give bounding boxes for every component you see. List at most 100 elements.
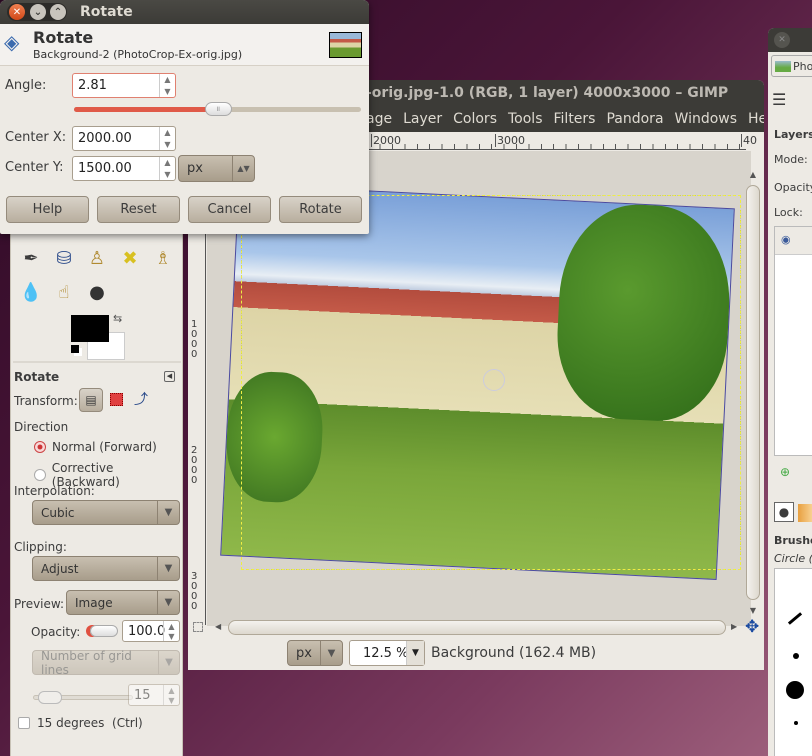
center-x-input[interactable]: 2000.00 ▲ ▼ [72, 126, 176, 151]
layers-tab-icon[interactable]: ☰ [772, 90, 786, 109]
chevron-down-icon: ▼ [157, 651, 179, 674]
rotate-button[interactable]: Rotate [279, 196, 362, 223]
radio-unchecked-icon[interactable] [34, 469, 46, 481]
smudge-pen-icon[interactable]: ✒ [19, 246, 43, 270]
ruler-label: 2000 [371, 134, 401, 147]
unit-select[interactable]: px ▲▼ [178, 155, 255, 182]
vertical-scrollbar[interactable]: ▲ ▼ [746, 170, 760, 620]
new-layer-icon[interactable]: ⊕ [780, 465, 790, 479]
opacity-value: 100.0 [128, 623, 166, 639]
center-y-input[interactable]: 1500.00 ▲ ▼ [72, 156, 176, 181]
minimize-window-icon[interactable]: ⌄ [30, 4, 46, 20]
rotate-center-handle[interactable] [483, 369, 505, 391]
image-thumbnail-icon [775, 60, 791, 72]
close-window-icon[interactable]: ✕ [9, 4, 25, 20]
clipping-select[interactable]: Adjust ▼ [32, 556, 180, 581]
opacity-input[interactable]: 100.0 ▲ ▼ [122, 620, 180, 642]
brush-name: Circle ( [774, 552, 812, 565]
navigate-icon[interactable]: ✥ [745, 617, 759, 637]
visibility-eye-icon[interactable]: ◉ [775, 227, 812, 255]
interpolation-select[interactable]: Cubic ▼ [32, 500, 180, 525]
brush-item[interactable] [786, 681, 804, 699]
scroll-up-icon[interactable]: ▲ [746, 170, 760, 179]
reset-button[interactable]: Reset [97, 196, 180, 223]
constrain-15-degrees-checkbox[interactable]: 15 degrees (Ctrl) [18, 716, 143, 730]
direction-normal-radio[interactable]: Normal (Forward) [34, 440, 157, 454]
center-y-value: 1500.00 [78, 161, 132, 176]
chevron-down-icon: ▼ [406, 641, 424, 665]
degrees-label: 15 degrees (Ctrl) [37, 716, 143, 730]
chevron-down-icon: ▼ [157, 591, 179, 614]
perspective-clone-icon[interactable]: ♗ [151, 246, 175, 270]
collapse-panel-icon[interactable]: ◀ [164, 371, 175, 382]
transform-label: Transform: [14, 394, 78, 408]
center-x-label: Center X: [5, 130, 67, 145]
ruler-label: 1 0 0 0 [191, 319, 198, 360]
menu-tools[interactable]: Tools [508, 106, 543, 132]
radio-checked-icon[interactable] [34, 441, 46, 453]
zoom-select[interactable]: 12.5 % ▼ [349, 640, 425, 666]
angle-slider[interactable]: ॥ [74, 102, 361, 116]
scroll-right-icon[interactable]: ▶ [731, 622, 737, 631]
brush-item[interactable] [794, 721, 798, 725]
blur-tool-icon[interactable]: 💧 [19, 280, 43, 304]
menu-image[interactable]: age [366, 106, 392, 132]
spin-arrows-icon[interactable]: ▲ ▼ [159, 74, 175, 97]
scroll-down-icon[interactable]: ▼ [746, 606, 760, 615]
vertical-scroll-thumb[interactable] [746, 185, 760, 600]
swap-colors-icon[interactable]: ⇆ [113, 312, 122, 325]
ink-tool-icon[interactable]: ⛁ [52, 246, 76, 270]
clone-tool-icon[interactable]: ♙ [85, 246, 109, 270]
checkbox-icon[interactable] [18, 717, 30, 729]
transform-path-icon[interactable]: ⤴ [134, 389, 148, 409]
horizontal-scrollbar[interactable] [228, 620, 726, 635]
grid-type-value: Number of grid lines [41, 648, 132, 677]
grid-type-select[interactable]: Number of grid lines ▼ [32, 648, 180, 677]
unit-select[interactable]: px ▼ [287, 640, 343, 666]
help-button[interactable]: Help [6, 196, 89, 223]
grid-count-slider[interactable] [33, 691, 133, 704]
default-colors-icon[interactable] [71, 345, 79, 353]
spin-arrows-icon[interactable]: ▲ ▼ [163, 621, 179, 641]
brushes-tab-icon[interactable]: ● [774, 502, 794, 522]
transform-layer-icon[interactable]: ▤ [79, 388, 103, 412]
preview-select[interactable]: Image ▼ [66, 590, 180, 615]
angle-input[interactable]: 2.81 ▲ ▼ [72, 73, 176, 98]
spin-arrows-icon[interactable]: ▲ ▼ [159, 157, 175, 180]
opacity-slider[interactable] [90, 625, 118, 637]
foreground-color-swatch[interactable] [71, 315, 109, 342]
ruler-label: 3000 [495, 134, 525, 147]
image-selector-label: Pho [793, 59, 812, 73]
zoom-value: 12.5 % [363, 645, 409, 661]
maximize-window-icon[interactable]: ⌃ [50, 4, 66, 20]
layers-list[interactable]: ◉ [774, 226, 812, 456]
patterns-tab-icon[interactable] [798, 504, 812, 522]
dodge-burn-icon[interactable]: ● [85, 280, 109, 304]
image-thumbnail [329, 32, 362, 58]
angle-slider-thumb[interactable]: ॥ [204, 102, 232, 116]
quick-mask-icon[interactable] [193, 622, 203, 632]
heal-tool-icon[interactable]: ✖ [118, 246, 142, 270]
brush-item[interactable] [793, 653, 799, 659]
preview-value: Image [75, 595, 113, 610]
image-selector[interactable]: Pho [771, 55, 812, 77]
brushes-grid[interactable] [774, 568, 812, 756]
menu-layer[interactable]: Layer [403, 106, 442, 132]
scroll-left-icon[interactable]: ◀ [215, 622, 221, 631]
ruler-label: 3 0 0 0 [191, 571, 198, 612]
menu-colors[interactable]: Colors [453, 106, 497, 132]
menu-pandora[interactable]: Pandora [606, 106, 663, 132]
menu-filters[interactable]: Filters [554, 106, 596, 132]
spin-arrows-icon[interactable]: ▲ ▼ [159, 127, 175, 150]
spin-arrows-icon[interactable]: ▲ ▼ [163, 685, 179, 705]
cancel-button[interactable]: Cancel [188, 196, 271, 223]
mode-label: Mode: [774, 153, 808, 166]
brush-item[interactable] [787, 612, 803, 625]
grid-count-input[interactable]: 15 ▲ ▼ [128, 684, 180, 706]
smudge-tool-icon[interactable]: ☝ [52, 280, 76, 304]
menu-help[interactable]: Help [748, 106, 764, 132]
close-icon[interactable]: ✕ [774, 32, 790, 48]
transform-selection-icon[interactable] [110, 393, 123, 406]
menu-windows[interactable]: Windows [675, 106, 738, 132]
tool-row: 💧 ☝ ● [19, 280, 109, 304]
